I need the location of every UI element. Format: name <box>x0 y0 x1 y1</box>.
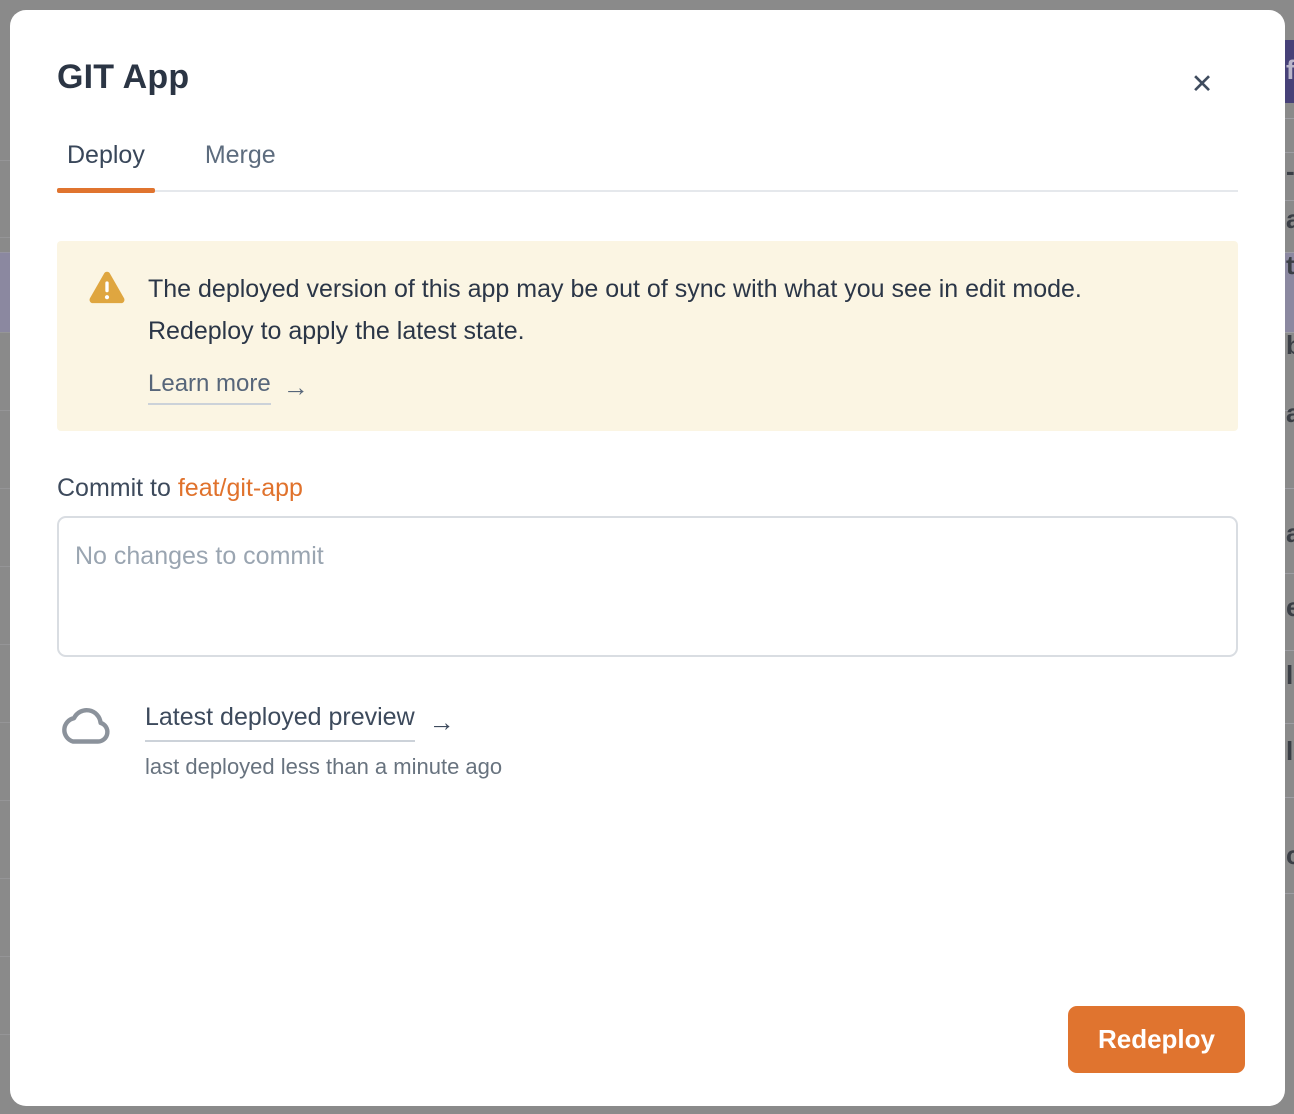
last-deployed-text: last deployed less than a minute ago <box>145 754 502 780</box>
background-text-fragment: li <box>1286 738 1294 764</box>
background-row-divider <box>0 800 10 801</box>
background-text-fragment: a <box>1286 520 1294 546</box>
background-text-fragment: ll <box>1286 662 1294 688</box>
background-purple-header: fr <box>1285 40 1294 103</box>
branch-name: feat/git-app <box>178 474 303 502</box>
tab-merge[interactable]: Merge <box>195 141 286 190</box>
background-row-divider <box>0 252 10 253</box>
background-row-divider <box>1285 152 1294 153</box>
background-app-left-sliver <box>0 0 10 1114</box>
arrow-right-icon: → <box>429 707 455 738</box>
background-row-divider <box>0 332 10 333</box>
preview-section: Latest deployed preview → last deployed … <box>57 703 1238 780</box>
background-row-divider <box>1285 200 1294 201</box>
warning-banner: The deployed version of this app may be … <box>57 241 1238 431</box>
warning-body: The deployed version of this app may be … <box>148 268 1082 405</box>
background-row-divider <box>1285 573 1294 574</box>
background-row-divider <box>0 488 10 489</box>
background-text-fragment: e <box>1286 594 1294 620</box>
latest-deployed-preview-link[interactable]: Latest deployed preview <box>145 703 415 742</box>
preview-body: Latest deployed preview → last deployed … <box>145 703 502 780</box>
arrow-right-icon: → <box>283 372 309 403</box>
screen: { "modal": { "title": "GIT App", "close_… <box>0 0 1294 1114</box>
git-app-modal: GIT App ✕ Deploy Merge The deployed vers… <box>10 10 1285 1106</box>
background-row-divider <box>1285 723 1294 724</box>
warning-icon <box>87 270 127 313</box>
background-row-divider <box>0 566 10 567</box>
background-text-fragment: a <box>1286 206 1294 232</box>
background-selected-row <box>0 252 10 332</box>
modal-title: GIT App <box>57 58 1238 97</box>
close-icon[interactable]: ✕ <box>1180 62 1224 106</box>
background-app-right-sliver: fr -atbaaaelllic <box>1285 0 1294 1114</box>
preview-link-row: Latest deployed preview → <box>145 703 502 742</box>
background-row-divider <box>1285 488 1294 489</box>
background-text-fragment: b <box>1286 332 1294 358</box>
background-row-divider <box>0 160 10 161</box>
learn-more-link[interactable]: Learn more <box>148 370 271 405</box>
warning-message: The deployed version of this app may be … <box>148 268 1082 352</box>
warning-message-line2: Redeploy to apply the latest state. <box>148 317 525 345</box>
background-text-fragment: - <box>1286 158 1294 184</box>
modal-header: GIT App ✕ <box>57 10 1238 97</box>
commit-to-label: Commit to <box>57 474 178 502</box>
tab-bar: Deploy Merge <box>57 141 1238 192</box>
learn-more-row: Learn more → <box>148 370 1082 405</box>
background-text-fragment: aa <box>1286 400 1294 426</box>
background-row-divider <box>0 237 10 238</box>
redeploy-button[interactable]: Redeploy <box>1068 1006 1245 1073</box>
background-row-divider <box>0 1034 10 1035</box>
warning-message-line1: The deployed version of this app may be … <box>148 275 1082 303</box>
background-row-divider <box>0 644 10 645</box>
commit-message-input[interactable] <box>57 516 1238 657</box>
background-text-fragment: c <box>1286 842 1294 868</box>
cloud-icon <box>60 704 113 753</box>
background-row-divider <box>1285 650 1294 651</box>
background-text-fragment: t <box>1286 252 1294 278</box>
commit-label-row: Commit to feat/git-app <box>57 474 1238 503</box>
background-row-divider <box>0 410 10 411</box>
background-row-divider <box>0 722 10 723</box>
background-row-divider <box>1285 797 1294 798</box>
background-row-divider <box>0 878 10 879</box>
tab-deploy[interactable]: Deploy <box>57 141 155 190</box>
background-header-text: fr <box>1286 55 1294 86</box>
background-row-divider <box>0 956 10 957</box>
background-row-divider <box>1285 118 1294 119</box>
background-row-divider <box>1285 893 1294 894</box>
